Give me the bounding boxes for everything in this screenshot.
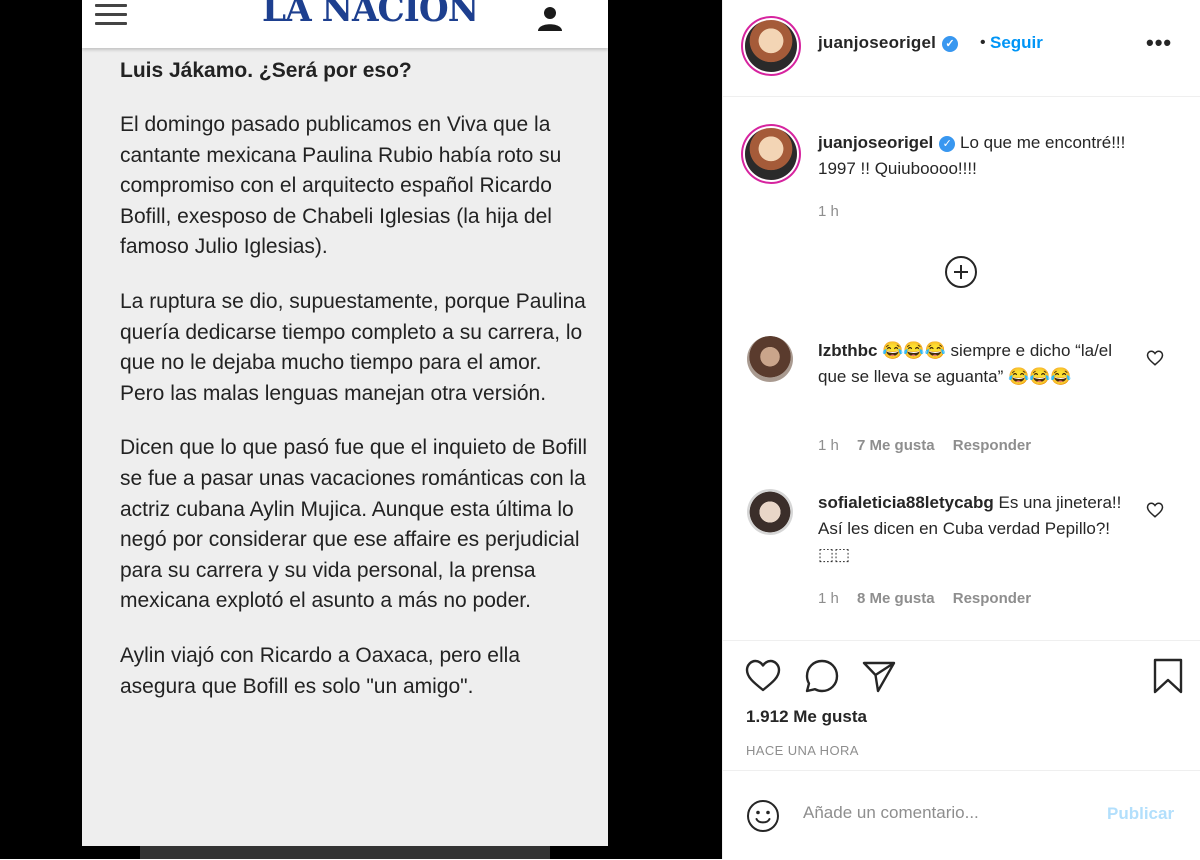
post-timestamp[interactable]: HACE UNA HORA: [746, 743, 859, 758]
comment-username[interactable]: lzbthbc: [818, 341, 878, 360]
verified-badge-icon: ✓: [939, 135, 956, 152]
caption-avatar[interactable]: [745, 128, 797, 180]
comment-bubble-icon[interactable]: [803, 657, 841, 695]
comment: lzbthbc 😂😂😂 siempre e dicho “la/el que s…: [818, 338, 1138, 390]
post-image[interactable]: LA NACIÓN Luis Jákamo. ¿Será por eso? El…: [0, 0, 722, 859]
article-paragraph: La ruptura se dio, supuestamente, porque…: [120, 289, 586, 405]
comment: sofialeticia88letycabg Es una jinetera!!…: [818, 490, 1138, 568]
post-header: juanjoseorigel ✓ • Seguir •••: [723, 0, 1200, 97]
add-comment-bar: Publicar: [723, 770, 1200, 860]
newspaper-header: LA NACIÓN: [82, 0, 608, 48]
comment-meta: 1 h 8 Me gusta Responder: [818, 590, 1045, 607]
comment-username[interactable]: sofialeticia88letycabg: [818, 493, 994, 512]
caption: juanjoseorigel ✓ Lo que me encontré!!! 19…: [818, 130, 1148, 182]
caption-time[interactable]: 1 h: [818, 203, 839, 220]
comment-input[interactable]: [803, 803, 1103, 823]
reply-button[interactable]: Responder: [953, 437, 1031, 454]
separator-dot: •: [980, 34, 986, 51]
load-more-comments-icon[interactable]: [945, 256, 977, 288]
comment-time[interactable]: 1 h: [818, 437, 839, 454]
comment-avatar[interactable]: [747, 489, 793, 535]
more-options-icon[interactable]: •••: [1146, 30, 1172, 56]
username[interactable]: juanjoseorigel: [818, 33, 936, 52]
article-title: Luis Jákamo. ¿Será por eso?: [120, 59, 412, 82]
user-icon: [538, 7, 562, 31]
header-username-row[interactable]: juanjoseorigel ✓: [818, 33, 959, 53]
share-send-icon[interactable]: [860, 657, 898, 695]
hamburger-menu-icon: [95, 2, 127, 28]
newspaper-logo: LA NACIÓN: [262, 0, 479, 30]
comment-meta: 1 h 7 Me gusta Responder: [818, 437, 1045, 454]
article-paragraph: Dicen que lo que pasó fue que el inquiet…: [120, 436, 588, 613]
newspaper-screenshot: LA NACIÓN Luis Jákamo. ¿Será por eso? El…: [82, 0, 608, 846]
reply-button[interactable]: Responder: [953, 590, 1031, 607]
comment-time[interactable]: 1 h: [818, 590, 839, 607]
likes-count[interactable]: 1.912 Me gusta: [746, 707, 867, 727]
post-actions: 1.912 Me gusta HACE UNA HORA: [723, 640, 1200, 771]
follow-button[interactable]: Seguir: [990, 33, 1043, 53]
article-paragraph: Aylin viajó con Ricardo a Oaxaca, pero e…: [120, 643, 520, 698]
verified-badge-icon: ✓: [942, 35, 959, 52]
image-bottom-strip: [140, 846, 550, 859]
publish-button[interactable]: Publicar: [1107, 804, 1174, 824]
post-sidebar: juanjoseorigel ✓ • Seguir ••• juanjoseori…: [722, 0, 1200, 859]
article: Luis Jákamo. ¿Será por eso? El domingo p…: [120, 56, 590, 726]
emoji-icon[interactable]: [746, 799, 780, 833]
comment-avatar[interactable]: [747, 336, 793, 382]
comment-likes[interactable]: 7 Me gusta: [857, 437, 935, 454]
avatar[interactable]: [745, 20, 797, 72]
save-bookmark-icon[interactable]: [1149, 657, 1187, 695]
comment-likes[interactable]: 8 Me gusta: [857, 590, 935, 607]
comment-like-heart-icon[interactable]: [1146, 501, 1164, 519]
comment-like-heart-icon[interactable]: [1146, 349, 1164, 367]
like-heart-icon[interactable]: [744, 657, 782, 695]
article-paragraph: El domingo pasado publicamos en Viva que…: [120, 113, 562, 259]
caption-username[interactable]: juanjoseorigel: [818, 133, 933, 152]
